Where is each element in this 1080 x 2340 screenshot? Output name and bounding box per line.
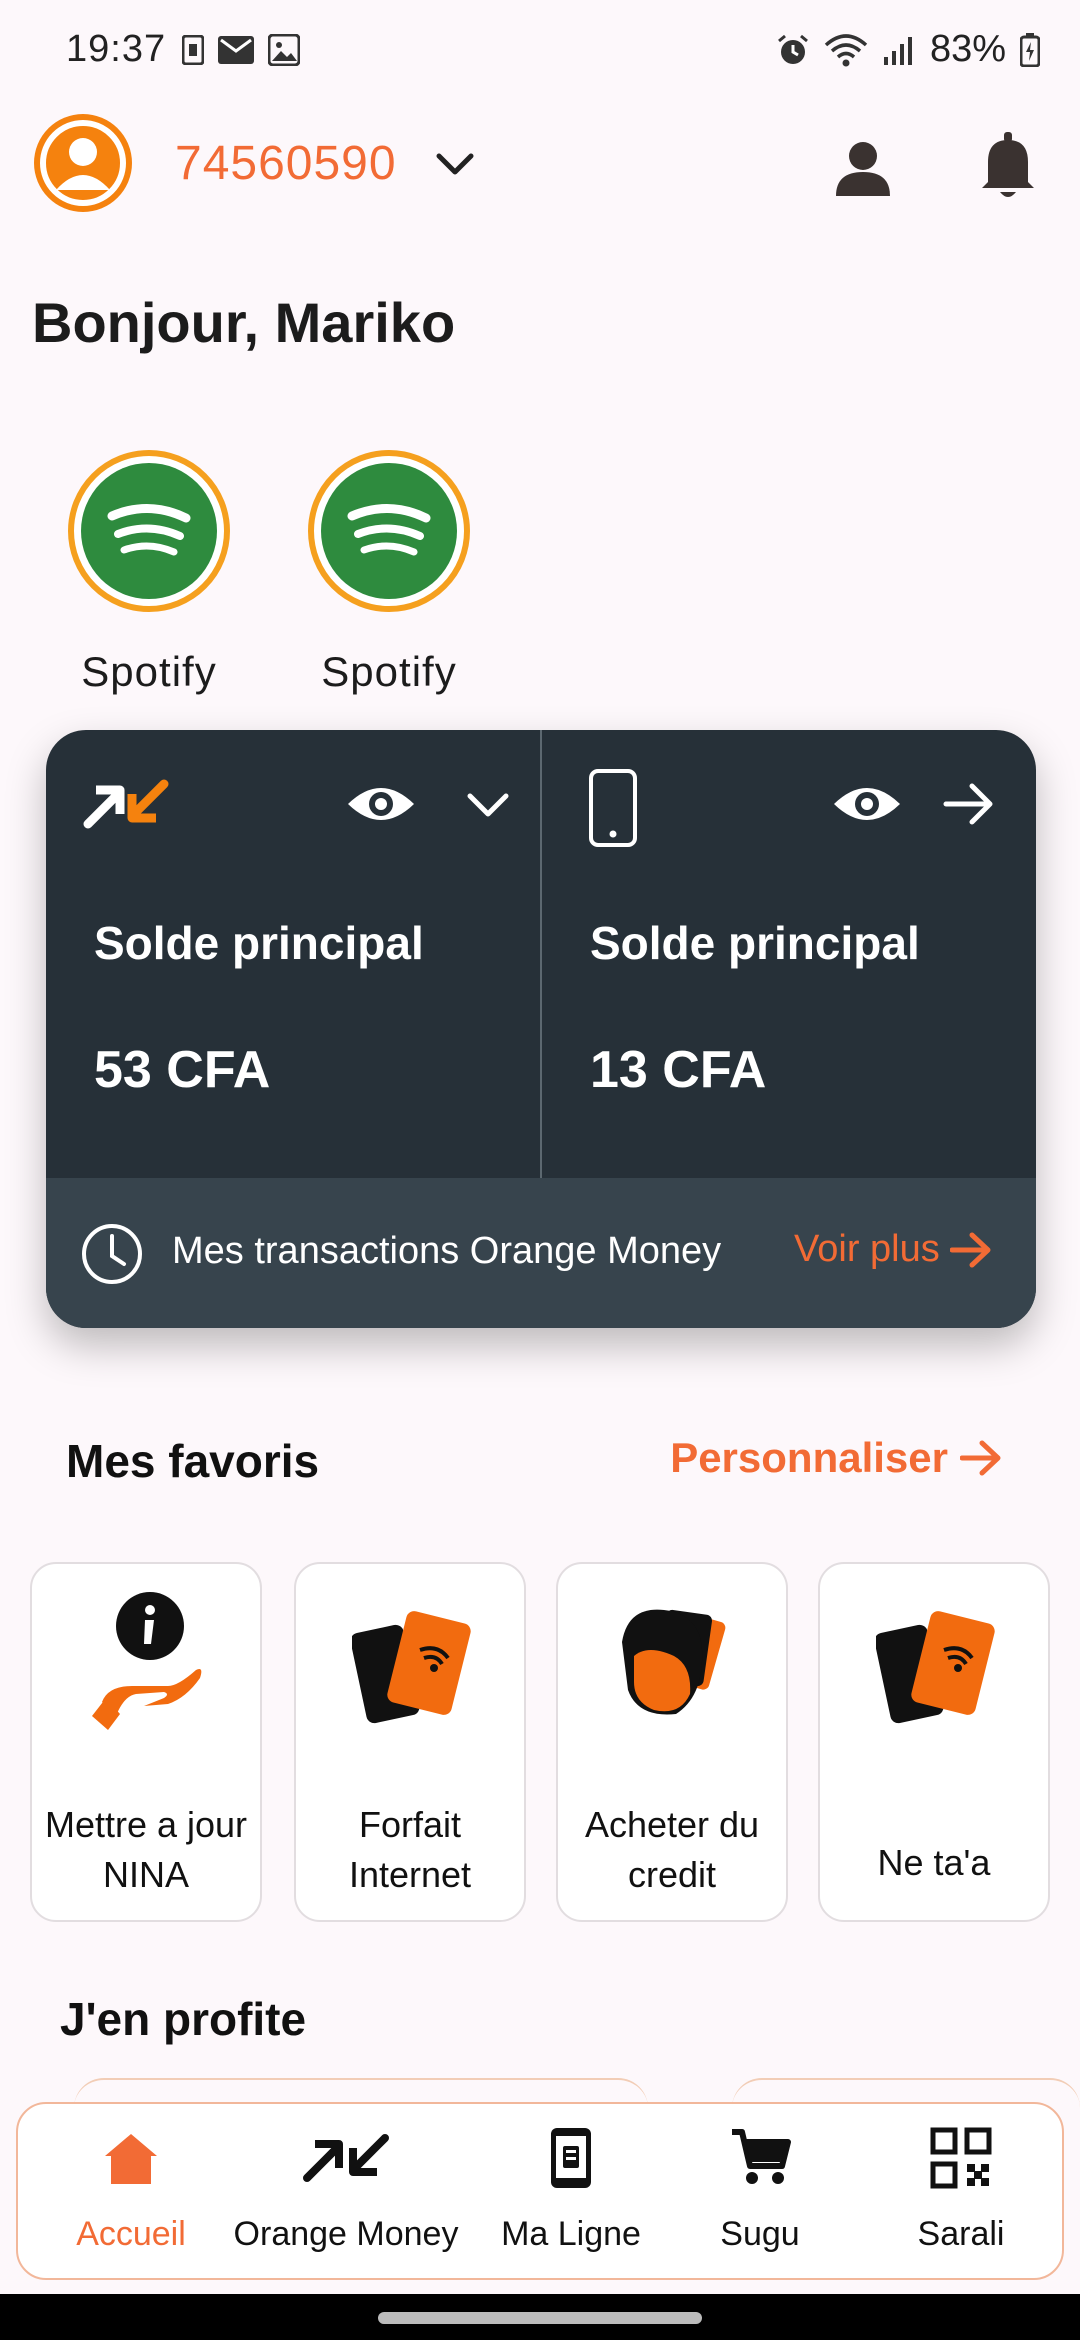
sim-wifi-cards-icon	[352, 1611, 471, 1724]
nav-label: Accueil	[76, 2215, 186, 2253]
chevron-down-icon[interactable]	[430, 140, 480, 190]
nav-ma-ligne[interactable]: Ma Ligne	[476, 2126, 666, 2276]
transactions-label: Mes transactions Orange Money	[172, 1230, 722, 1272]
nav-sarali[interactable]: Sarali	[876, 2126, 1046, 2276]
story-ring	[68, 450, 230, 612]
balance-value: 53 CFA	[94, 1041, 271, 1099]
balance-value: 13 CFA	[590, 1041, 767, 1099]
arrow-right-icon	[949, 1232, 991, 1267]
balance-label: Solde principal	[94, 917, 424, 969]
profile-icon[interactable]	[832, 136, 894, 198]
orange-money-icon	[83, 779, 169, 829]
bottom-navigation: Accueil Orange Money Ma Ligne Sugu Saral…	[16, 2102, 1064, 2280]
alarm-icon	[777, 34, 808, 64]
qr-code-icon	[930, 2127, 992, 2189]
balance-label: Solde principal	[590, 917, 920, 969]
favorite-mettre-a-jour-nina[interactable]: Mettre a jour NINA	[30, 1562, 262, 1922]
nav-label: Ma Ligne	[501, 2215, 641, 2253]
story-spotify[interactable]: Spotify	[64, 450, 234, 696]
shopping-cart-icon	[732, 2129, 791, 2184]
signal-icon	[883, 36, 912, 65]
arrow-right-icon	[960, 1440, 1001, 1476]
home-screen: 19:37 83% 74560590 Bonjour, Mariko Spoti…	[0, 0, 1080, 2340]
spotify-logo	[321, 463, 457, 599]
favorite-acheter-du-credit[interactable]: Acheter du credit	[556, 1562, 788, 1922]
promotions-title: J'en profite	[60, 1993, 307, 2045]
favorite-label: Mettre a jour NINA	[44, 1804, 248, 1895]
favorite-label: Acheter du credit	[584, 1804, 760, 1895]
greeting: Bonjour, Mariko	[32, 291, 456, 354]
nav-sugu[interactable]: Sugu	[680, 2126, 840, 2276]
nav-label: Sarali	[917, 2215, 1005, 2253]
battery-percent: 83%	[929, 28, 1006, 70]
customize-link[interactable]: Personnaliser	[670, 1434, 1004, 1482]
avatar[interactable]	[34, 114, 132, 212]
battery-charging-icon	[1020, 32, 1040, 67]
eye-icon[interactable]	[346, 782, 416, 826]
customize-label: Personnaliser	[670, 1434, 948, 1481]
nav-orange-money[interactable]: Orange Money	[226, 2126, 466, 2276]
phone-icon	[589, 769, 637, 847]
notification-icons	[182, 34, 300, 66]
favorite-label: Forfait Internet	[348, 1804, 472, 1895]
orange-money-balance[interactable]: Solde principal 53 CFA	[46, 730, 540, 1178]
favorites-title: Mes favoris	[66, 1435, 320, 1487]
balance-card: Solde principal 53 CFA Solde principal 1…	[46, 730, 1036, 1328]
favorite-ne-taa[interactable]: Ne ta'a	[818, 1562, 1050, 1922]
sim-wifi-cards-icon	[876, 1611, 995, 1724]
sim-phone-icon	[551, 2128, 591, 2188]
status-time: 19:37	[66, 28, 167, 70]
info-hand-icon	[92, 1592, 202, 1730]
nav-accueil[interactable]: Accueil	[36, 2126, 226, 2276]
transactions-row[interactable]: Mes transactions Orange Money Voir plus	[46, 1178, 1036, 1328]
notification-bell-icon[interactable]	[976, 132, 1040, 200]
spotify-logo	[81, 463, 217, 599]
story-label: Spotify	[81, 648, 217, 695]
home-gesture-handle[interactable]	[378, 2312, 702, 2324]
mail-icon	[218, 36, 254, 64]
story-ring	[308, 450, 470, 612]
app-header: 74560590	[0, 110, 1080, 220]
system-icons: 83%	[776, 28, 1040, 71]
clock-icon	[82, 1224, 142, 1284]
spotify-icon	[107, 503, 191, 556]
orange-money-icon	[303, 2134, 389, 2182]
status-bar: 19:37 83%	[0, 0, 1080, 100]
favorite-forfait-internet[interactable]: Forfait Internet	[294, 1562, 526, 1922]
story-spotify[interactable]: Spotify	[304, 450, 474, 696]
voir-plus-link[interactable]: Voir plus	[794, 1228, 994, 1271]
eye-icon[interactable]	[832, 782, 902, 826]
user-avatar-icon	[40, 120, 126, 206]
sim-card-icon	[182, 35, 204, 65]
mobile-line-balance[interactable]: Solde principal 13 CFA	[542, 730, 1036, 1178]
chevron-down-icon[interactable]	[464, 786, 512, 822]
image-icon	[268, 34, 300, 66]
home-icon	[105, 2134, 157, 2184]
arrow-right-icon[interactable]	[942, 780, 998, 828]
spotify-icon	[347, 503, 431, 556]
credit-cards-icon	[622, 1609, 726, 1715]
nav-label: Sugu	[720, 2215, 800, 2253]
voir-plus-label: Voir plus	[794, 1228, 940, 1270]
story-label: Spotify	[321, 648, 457, 695]
wifi-icon	[824, 33, 868, 66]
favorite-label: Ne ta'a	[877, 1842, 991, 1883]
nav-label: Orange Money	[233, 2215, 459, 2253]
phone-number[interactable]: 74560590	[175, 136, 397, 191]
